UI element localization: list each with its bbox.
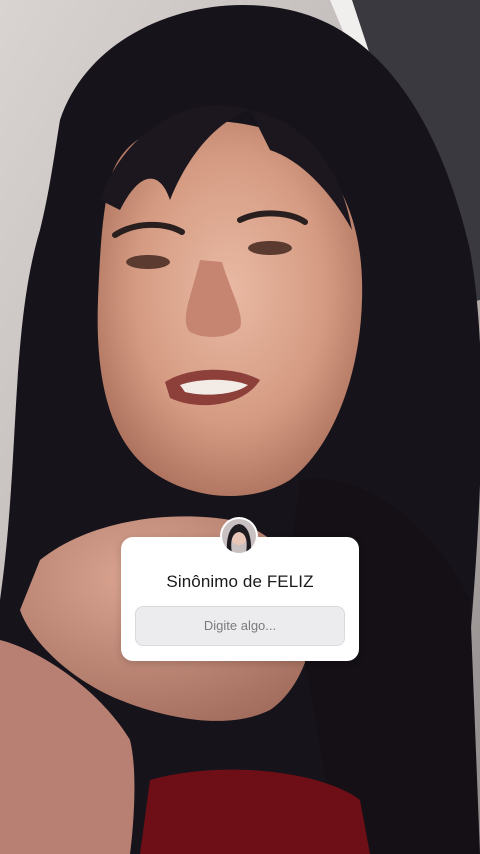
answer-input[interactable]: Digite algo... <box>135 606 345 646</box>
question-sticker[interactable]: Sinônimo de FELIZ Digite algo... <box>121 537 359 661</box>
profile-avatar <box>220 517 258 555</box>
story-view: Sinônimo de FELIZ Digite algo... <box>0 0 480 854</box>
question-text: Sinônimo de FELIZ <box>166 572 314 591</box>
story-background-photo <box>0 0 480 854</box>
profile-avatar-icon <box>222 519 256 553</box>
